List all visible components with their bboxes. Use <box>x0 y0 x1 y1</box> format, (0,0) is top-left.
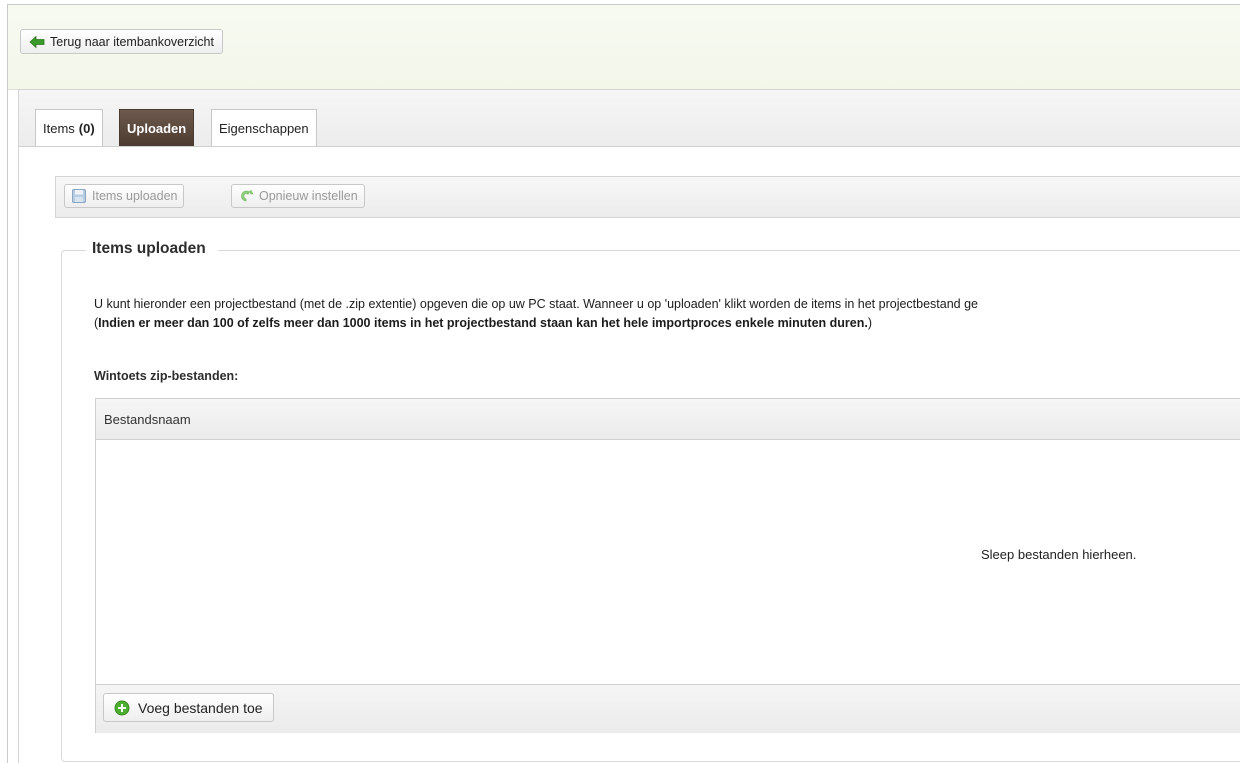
column-header-filename[interactable]: Bestandsnaam <box>104 412 191 427</box>
file-drop-zone[interactable]: Sleep bestanden hierheen. <box>96 440 1240 684</box>
description-text: U kunt hieronder een projectbestand (met… <box>94 297 979 311</box>
zip-files-label: Wintoets zip-bestanden: <box>94 369 239 383</box>
back-to-itembank-button[interactable]: Terug naar itembankoverzicht <box>20 29 223 54</box>
main-panel: Items (0) Uploaden Eigenschappen Items u… <box>18 89 1240 763</box>
upload-toolbar: Items uploaden Opnieuw instellen <box>55 176 1240 218</box>
upload-description: U kunt hieronder een projectbestand (met… <box>94 295 1240 333</box>
tab-strip: Items (0) Uploaden Eigenschappen <box>19 90 1240 147</box>
redo-arrow-icon <box>238 188 254 204</box>
tab-eigenschappen[interactable]: Eigenschappen <box>211 109 317 146</box>
section-title: Items uploaden <box>86 240 218 258</box>
app-frame: Terug naar itembankoverzicht Items (0) U… <box>7 4 1240 763</box>
tab-eigenschappen-label: Eigenschappen <box>219 120 309 136</box>
note-paren-close: ) <box>867 316 873 330</box>
grid-header: Bestandsnaam <box>96 399 1240 440</box>
items-upload-label: Items uploaden <box>92 189 178 203</box>
tab-items-count: (0) <box>78 120 95 136</box>
floppy-disk-icon <box>71 188 87 204</box>
items-upload-section: Items uploaden U kunt hieronder een proj… <box>61 240 1240 762</box>
items-upload-button[interactable]: Items uploaden <box>64 184 185 208</box>
import-duration-note: (Indien er meer dan 100 of zelfs meer da… <box>94 314 1240 333</box>
grid-footer: Voeg bestanden toe <box>96 684 1240 733</box>
top-bar: Terug naar itembankoverzicht <box>8 5 1240 90</box>
reset-label: Opnieuw instellen <box>259 189 358 203</box>
drop-hint: Sleep bestanden hierheen. <box>981 547 1137 562</box>
file-grid: Bestandsnaam Sleep bestanden hierheen. V… <box>95 398 1240 733</box>
reset-button[interactable]: Opnieuw instellen <box>231 184 365 208</box>
back-button-label: Terug naar itembankoverzicht <box>50 34 214 49</box>
tab-items-label: Items <box>43 120 75 136</box>
tab-items[interactable]: Items (0) <box>35 109 103 146</box>
tab-uploaden[interactable]: Uploaden <box>119 109 195 146</box>
tab-uploaden-label: Uploaden <box>127 120 187 136</box>
add-files-label: Voeg bestanden toe <box>138 699 263 716</box>
add-files-button[interactable]: Voeg bestanden toe <box>103 693 274 722</box>
arrow-left-icon <box>29 34 45 50</box>
plus-circle-icon <box>114 700 130 716</box>
note-bold-text: Indien er meer dan 100 of zelfs meer dan… <box>98 316 868 330</box>
